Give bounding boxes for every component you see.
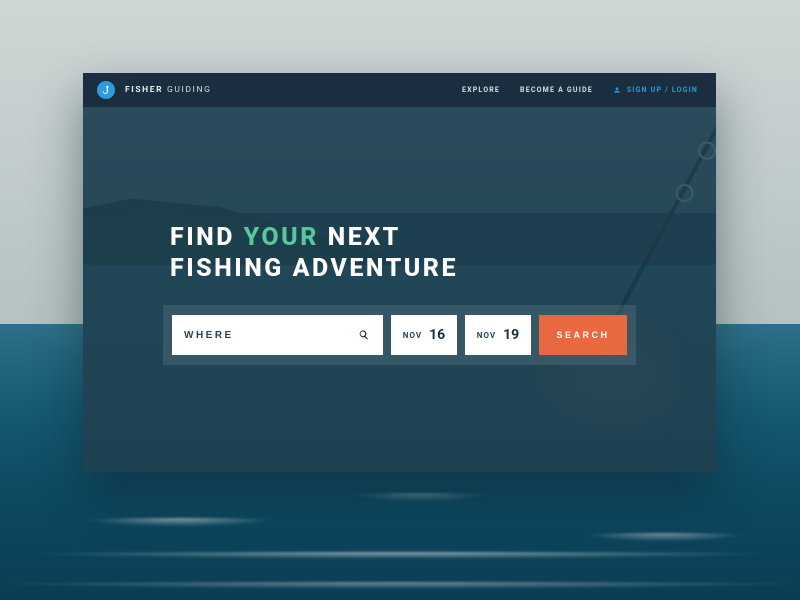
end-date[interactable]: NOV 19 bbox=[465, 315, 531, 355]
topbar: FISHER GUIDING EXPLORE BECOME A GUIDE SI… bbox=[83, 73, 716, 107]
bg-wave bbox=[320, 493, 520, 505]
end-day: 19 bbox=[503, 327, 519, 343]
brand-wordmark[interactable]: FISHER GUIDING bbox=[125, 85, 212, 95]
logo-badge[interactable] bbox=[97, 81, 115, 99]
page-backdrop: FISHER GUIDING EXPLORE BECOME A GUIDE SI… bbox=[0, 0, 800, 600]
nav-explore[interactable]: EXPLORE bbox=[462, 86, 500, 94]
fish-hook-icon bbox=[101, 85, 112, 96]
where-input[interactable] bbox=[184, 330, 349, 341]
end-month: NOV bbox=[477, 331, 496, 340]
headline-line-2: FISHING ADVENTURE bbox=[170, 254, 636, 285]
hero-card: FISHER GUIDING EXPLORE BECOME A GUIDE SI… bbox=[83, 73, 716, 472]
headline-text: NEXT bbox=[319, 223, 401, 252]
headline-text: FIND bbox=[170, 223, 244, 252]
headline-line-1: FIND YOUR NEXT bbox=[170, 223, 636, 254]
search-button[interactable]: SEARCH bbox=[539, 315, 627, 355]
search-icon bbox=[357, 328, 371, 342]
nav: EXPLORE BECOME A GUIDE SIGN UP / LOGIN bbox=[462, 86, 698, 94]
nav-become-guide[interactable]: BECOME A GUIDE bbox=[520, 86, 593, 94]
user-icon bbox=[613, 86, 621, 94]
where-field[interactable] bbox=[172, 315, 383, 355]
nav-auth-label: SIGN UP / LOGIN bbox=[627, 86, 698, 94]
brand-secondary: GUIDING bbox=[167, 85, 212, 95]
bg-wave bbox=[544, 533, 784, 545]
nav-auth[interactable]: SIGN UP / LOGIN bbox=[613, 86, 698, 94]
hero-headline: FIND YOUR NEXT FISHING ADVENTURE bbox=[170, 223, 636, 284]
brand-primary: FISHER bbox=[125, 85, 163, 95]
start-day: 16 bbox=[429, 327, 445, 343]
bg-wave bbox=[40, 518, 320, 530]
headline-accent: YOUR bbox=[244, 223, 319, 252]
start-month: NOV bbox=[403, 331, 422, 340]
search-bar: NOV 16 NOV 19 SEARCH bbox=[163, 305, 636, 365]
start-date[interactable]: NOV 16 bbox=[391, 315, 457, 355]
